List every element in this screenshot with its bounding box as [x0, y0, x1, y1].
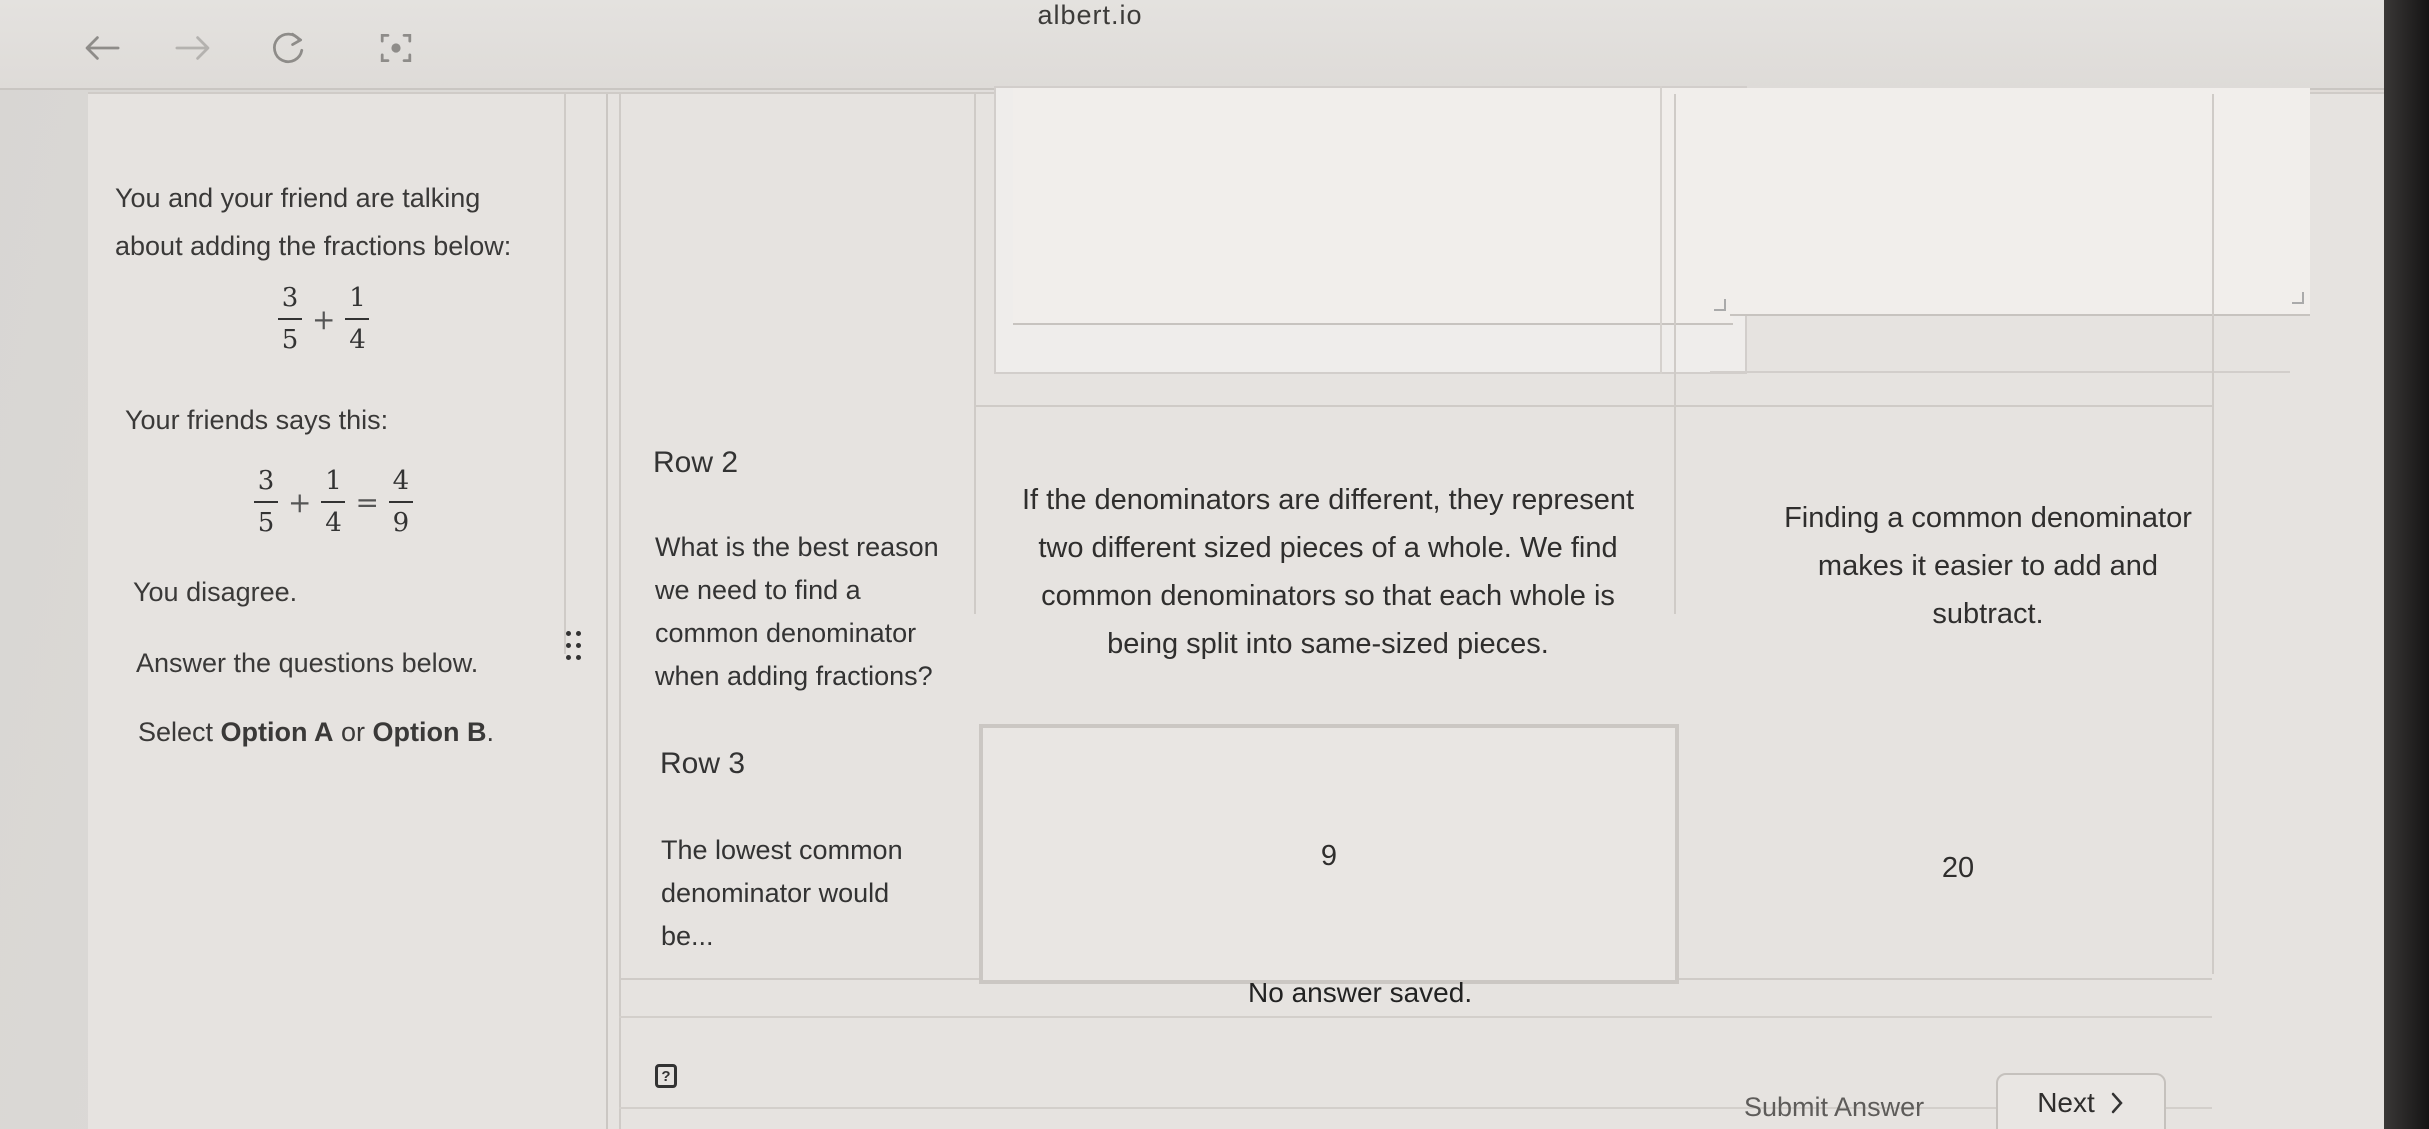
question-card: You and your friend are talking about ad…	[88, 86, 2384, 1129]
row1-option-b-input[interactable]	[1730, 88, 2310, 316]
divider	[974, 405, 2212, 407]
row3-label: Row 3	[660, 747, 746, 780]
screen-bezel	[2384, 0, 2429, 1129]
divider	[619, 1107, 2212, 1109]
forward-arrow-icon[interactable]	[163, 18, 223, 78]
reload-icon[interactable]	[258, 18, 318, 78]
fraction-expression-1: 35 + 14	[278, 284, 370, 354]
submit-answer-button[interactable]: Submit Answer	[1744, 1092, 1924, 1123]
fraction: 35	[254, 467, 278, 537]
help-icon[interactable]: ?	[655, 1064, 677, 1088]
answer-below-text: Answer the questions below.	[136, 648, 479, 678]
divider	[1710, 371, 2290, 373]
row3-option-b[interactable]: 20	[1858, 844, 2058, 892]
fraction: 14	[345, 284, 370, 354]
row2-option-a[interactable]: If the denominators are different, they …	[968, 476, 1688, 668]
next-button[interactable]: Next	[1996, 1073, 2166, 1129]
back-arrow-icon[interactable]	[72, 18, 132, 78]
answer-status: No answer saved.	[1248, 977, 1473, 1008]
fraction: 35	[278, 284, 302, 354]
browser-toolbar: albert.io	[0, 0, 2384, 90]
row2-option-b[interactable]: Finding a common denominator makes it ea…	[1688, 494, 2288, 638]
fraction: 14	[321, 467, 346, 537]
row2-label: Row 2	[653, 446, 739, 479]
screen-capture-icon[interactable]	[366, 18, 426, 78]
fraction-expression-2: 35 + 14 = 49	[254, 467, 413, 537]
disagree-text: You disagree.	[133, 577, 298, 607]
url-text[interactable]: albert.io	[990, 0, 1190, 30]
drag-handle-icon[interactable]	[566, 631, 582, 663]
select-instruction: Select Option A or Option B.	[138, 717, 495, 747]
row2-question: What is the best reason we need to find …	[655, 532, 939, 691]
problem-panel: You and your friend are talking about ad…	[88, 94, 608, 1129]
chevron-right-icon	[2111, 1092, 2123, 1114]
friend-says-text: Your friends says this:	[125, 405, 389, 435]
divider	[564, 94, 566, 654]
divider	[1660, 86, 1662, 374]
fraction: 49	[388, 467, 413, 537]
row1-option-a-input[interactable]	[1013, 88, 1733, 325]
row3-question: The lowest common denominator would be..…	[661, 835, 903, 951]
next-label: Next	[2037, 1087, 2095, 1118]
screen: albert.io You and your friend are talkin…	[0, 0, 2429, 1129]
intro-line-1: You and your friend are talking	[115, 183, 481, 213]
divider	[619, 1016, 2212, 1018]
row3-option-a[interactable]: 9	[979, 832, 1679, 880]
resize-handle-icon[interactable]	[1714, 299, 1726, 311]
intro-line-2: about adding the fractions below:	[115, 231, 512, 261]
divider	[619, 94, 621, 1129]
resize-handle-icon[interactable]	[2292, 292, 2304, 304]
